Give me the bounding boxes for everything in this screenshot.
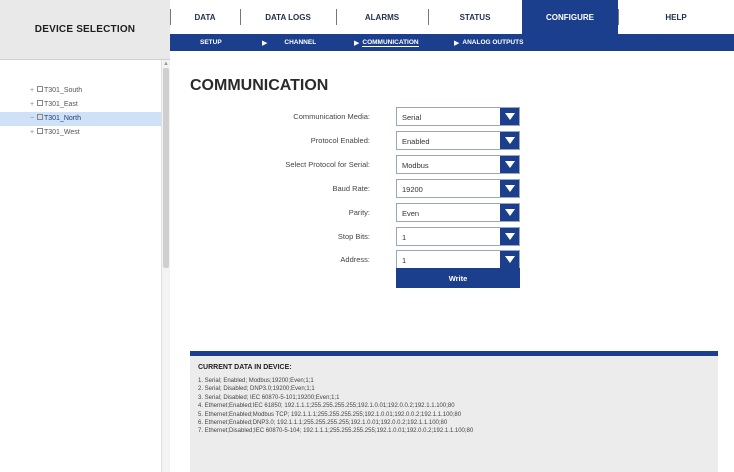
protocol-enabled-select[interactable]: Enabled	[396, 131, 520, 150]
main-tabs: DATA DATA LOGS ALARMS STATUS CONFIGURE H…	[170, 0, 734, 34]
chevron-down-icon[interactable]	[500, 204, 519, 221]
chevron-down-icon[interactable]	[500, 108, 519, 125]
tab-status[interactable]: STATUS	[428, 0, 522, 34]
sidebar-scrollbar[interactable]: ▲	[162, 60, 170, 472]
current-data-line: 6. Ethernet;Enabled;DNP3.0; 192.1.1.1;25…	[198, 420, 448, 427]
tree-item-label: T301_North	[44, 115, 81, 122]
select-value: Serial	[402, 113, 422, 122]
field-label: Protocol Enabled:	[310, 136, 370, 145]
parity-select[interactable]: Even	[396, 203, 520, 222]
field-label: Communication Media:	[293, 112, 370, 121]
tab-label: ALARMS	[364, 12, 400, 22]
chevron-down-icon[interactable]	[500, 180, 519, 197]
baud-rate-select[interactable]: 19200	[396, 179, 520, 198]
current-data-line: 4. Ethernet;Enabled;IEC 61850; 192.1.1.1…	[198, 403, 455, 410]
form-row-communication-media: Communication Media: Serial	[170, 107, 734, 127]
arrow-right-icon: ▶	[454, 39, 460, 47]
arrow-right-icon: ▶	[262, 39, 268, 47]
main-content: COMMUNICATION Communication Media: Seria…	[170, 51, 734, 472]
tree-item-label: T301_East	[44, 101, 78, 108]
select-value: Enabled	[402, 137, 430, 146]
current-data-line: 3. Serial; Disabled; IEC 60870-5-101;192…	[198, 394, 340, 401]
subnav-analog-outputs[interactable]: ▶ ANALOG OUTPUTS	[454, 39, 523, 47]
write-button[interactable]: Write	[396, 268, 520, 288]
tab-label: CONFIGURE	[546, 12, 594, 22]
address-select[interactable]: 1	[396, 250, 520, 269]
select-value: 1	[402, 233, 407, 242]
chevron-down-icon[interactable]	[500, 132, 519, 149]
device-selection-header: DEVICE SELECTION	[0, 0, 170, 60]
form-row-parity: Parity: Even	[170, 203, 734, 223]
current-data-line: 7. Ethernet;Disabled;IEC 60870-5-104; 19…	[198, 428, 474, 435]
tree-item-t301-north[interactable]: − T301_North	[0, 112, 161, 126]
scrollbar-thumb[interactable]	[163, 68, 169, 268]
subnav-label: COMMUNICATION	[362, 38, 419, 47]
select-value: 19200	[402, 185, 423, 194]
current-data-line: 2. Serial; Disabled; DNP3.0;19200;Even;1…	[198, 386, 315, 393]
tree-item-t301-south[interactable]: + T301_South	[0, 84, 161, 98]
tab-alarms[interactable]: ALARMS	[336, 0, 428, 34]
form-row-baud-rate: Baud Rate: 19200	[170, 179, 734, 199]
tree-item-label: T301_South	[44, 87, 83, 94]
tab-label: STATUS	[459, 12, 491, 22]
stop-bits-select[interactable]: 1	[396, 227, 520, 246]
subnav-setup[interactable]: SETUP	[200, 39, 222, 46]
protocol-serial-select[interactable]: Modbus	[396, 155, 520, 174]
collapse-icon[interactable]: −	[30, 112, 37, 126]
current-data-line: 5. Ethernet;Enabled;Modbus TCP; 192.1.1.…	[198, 411, 462, 418]
subnav-label: ANALOG OUTPUTS	[462, 39, 524, 46]
tab-help[interactable]: HELP	[618, 0, 734, 34]
expand-icon[interactable]: +	[30, 126, 37, 140]
chevron-down-icon[interactable]	[500, 251, 519, 268]
device-icon	[37, 100, 43, 106]
field-label: Baud Rate:	[332, 184, 370, 193]
tree-item-t301-west[interactable]: + T301_West	[0, 126, 161, 140]
device-tree: + T301_South + T301_East − T301_North + T301…	[0, 60, 162, 472]
form-row-address: Address: 1	[170, 250, 734, 270]
form-row-protocol-serial: Select Protocol for Serial: Modbus	[170, 155, 734, 175]
subnav-label: CHANNEL	[284, 39, 317, 46]
field-label: Parity:	[348, 208, 370, 217]
subnav-channel[interactable]: ▶ CHANNEL	[262, 39, 316, 47]
page-title: COMMUNICATION	[190, 77, 329, 94]
tree-item-t301-east[interactable]: + T301_East	[0, 98, 161, 112]
configure-subnav: SETUP ▶ CHANNEL ▶ COMMUNICATION ▶ ANALOG…	[170, 34, 734, 51]
subnav-label: SETUP	[200, 39, 222, 46]
device-icon	[37, 128, 43, 134]
select-value: Even	[402, 209, 420, 218]
field-label: Address:	[340, 255, 370, 264]
expand-icon[interactable]: +	[30, 98, 37, 112]
select-value: Modbus	[402, 161, 429, 170]
tab-label: HELP	[665, 12, 687, 22]
form-row-stop-bits: Stop Bits: 1	[170, 227, 734, 247]
tab-label: DATA	[194, 12, 216, 22]
field-label: Stop Bits:	[337, 232, 370, 241]
chevron-down-icon[interactable]	[500, 228, 519, 245]
field-label: Select Protocol for Serial:	[285, 160, 370, 169]
communication-media-select[interactable]: Serial	[396, 107, 520, 126]
current-data-title: CURRENT DATA IN DEVICE:	[198, 364, 292, 371]
tab-label: DATA LOGS	[265, 12, 311, 22]
device-icon	[37, 86, 43, 92]
select-value: 1	[402, 256, 407, 265]
device-icon	[37, 114, 43, 120]
arrow-right-icon: ▶	[354, 39, 360, 47]
chevron-down-icon[interactable]	[500, 156, 519, 173]
current-data-line: 1. Serial; Enabled; Modbus;19200;Even;1;…	[198, 378, 314, 384]
tab-data[interactable]: DATA	[170, 0, 240, 34]
scroll-up-icon[interactable]: ▲	[163, 61, 169, 67]
device-selection-title: DEVICE SELECTION	[34, 24, 136, 35]
tree-item-label: T301_West	[44, 129, 80, 136]
current-data-panel: CURRENT DATA IN DEVICE: 1. Serial; Enabl…	[190, 356, 718, 472]
expand-icon[interactable]: +	[30, 84, 37, 98]
subnav-communication[interactable]: ▶ COMMUNICATION	[354, 39, 419, 47]
tab-data-logs[interactable]: DATA LOGS	[240, 0, 336, 34]
form-row-protocol-enabled: Protocol Enabled: Enabled	[170, 131, 734, 151]
tab-configure[interactable]: CONFIGURE	[522, 0, 618, 34]
